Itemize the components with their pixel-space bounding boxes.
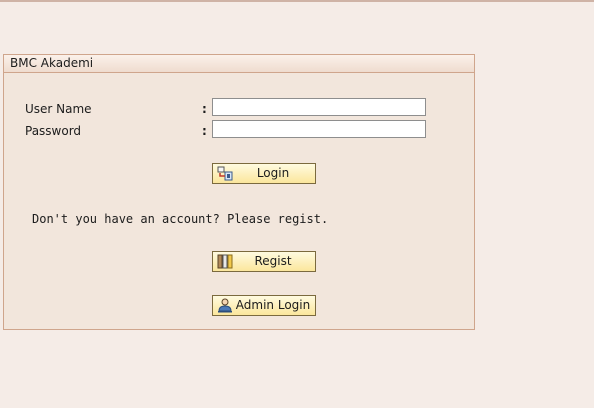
regist-button-label: Regist	[254, 254, 292, 268]
username-input[interactable]	[212, 98, 426, 116]
login-icon	[217, 166, 233, 181]
admin-user-icon	[218, 298, 232, 313]
admin-login-button[interactable]: Admin Login	[212, 295, 316, 316]
password-input[interactable]	[212, 120, 426, 138]
login-button[interactable]: Login	[212, 163, 316, 184]
username-label: User Name	[25, 102, 92, 116]
password-label: Password	[25, 124, 82, 138]
regist-button[interactable]: Regist	[212, 251, 316, 272]
admin-login-button-label: Admin Login	[235, 298, 311, 312]
panel-title: BMC Akademi	[4, 55, 474, 73]
username-colon: :	[202, 102, 207, 116]
login-panel: BMC Akademi User Name : Password : Login…	[3, 54, 475, 330]
top-divider	[0, 0, 594, 2]
password-colon: :	[202, 124, 207, 138]
regist-icon	[217, 254, 233, 269]
register-message: Don't you have an account? Please regist…	[32, 212, 329, 226]
login-button-label: Login	[256, 166, 290, 180]
